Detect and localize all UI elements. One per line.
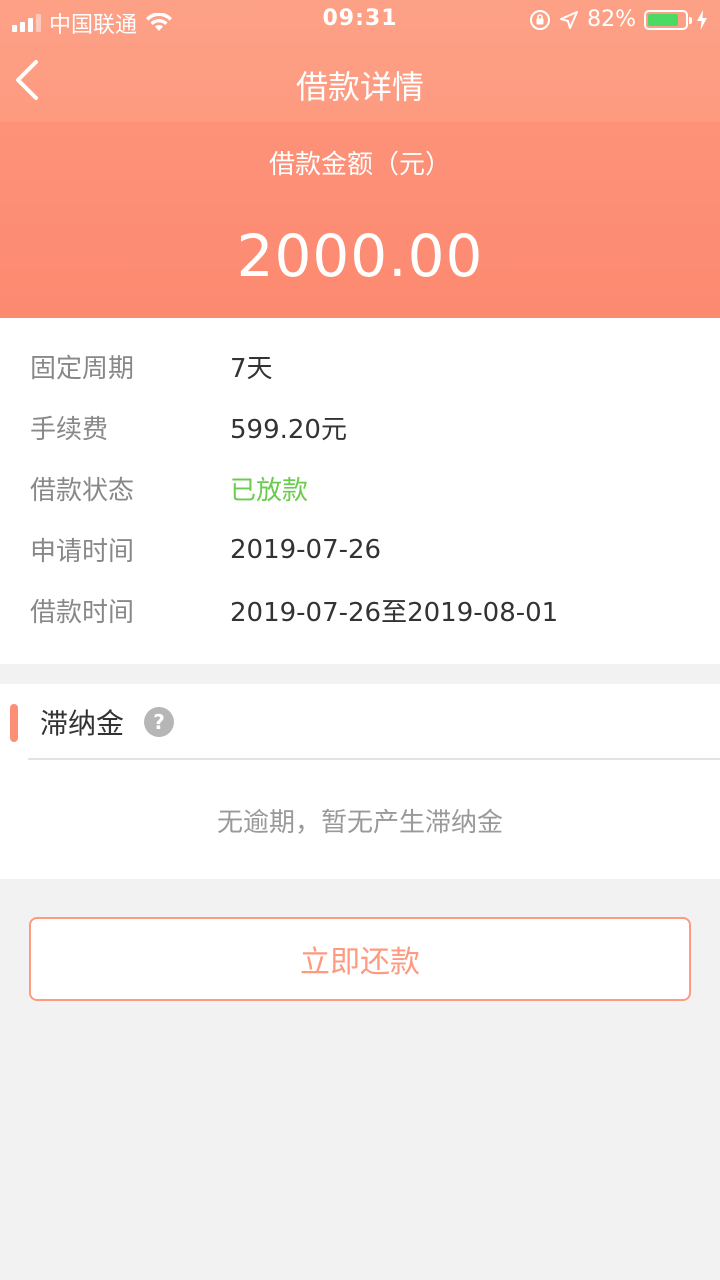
loan-info-card: 固定周期 7天 手续费 599.20元 借款状态 已放款 申请时间 2019-0… xyxy=(0,318,720,664)
battery-icon xyxy=(644,9,692,30)
divider xyxy=(28,758,720,760)
orientation-lock-icon xyxy=(530,9,551,30)
charging-icon xyxy=(697,9,707,30)
amount-value: 2000.00 xyxy=(236,222,484,290)
info-value: 599.20元 xyxy=(230,415,347,445)
status-bar: 中国联通 09:31 82% xyxy=(0,0,720,40)
late-fee-title: 滞纳金 xyxy=(40,707,125,740)
loan-status-badge: 已放款 xyxy=(230,476,309,506)
amount-label: 借款金额（元） xyxy=(268,150,451,180)
info-row-period: 固定周期 7天 xyxy=(30,336,690,397)
late-fee-card: 滞纳金 ? 无逾期，暂无产生滞纳金 xyxy=(0,684,720,879)
info-row-status: 借款状态 已放款 xyxy=(30,458,690,519)
battery-percent: 82% xyxy=(587,7,636,32)
loan-header: 中国联通 09:31 82% 借款详情 借款金额（元） 2000.00 xyxy=(0,0,720,318)
repay-now-button[interactable]: 立即还款 xyxy=(29,917,691,1001)
nav-bar: 借款详情 xyxy=(0,40,720,122)
late-fee-header: 滞纳金 ? xyxy=(0,684,720,760)
info-label: 借款时间 xyxy=(30,598,135,628)
info-value: 2019-07-26至2019-08-01 xyxy=(230,598,559,628)
info-row-loan-period: 借款时间 2019-07-26至2019-08-01 xyxy=(30,580,690,641)
late-fee-empty-text: 无逾期，暂无产生滞纳金 xyxy=(216,808,503,838)
help-icon[interactable]: ? xyxy=(144,707,175,737)
location-icon xyxy=(560,10,579,29)
info-label: 固定周期 xyxy=(30,354,135,384)
info-label: 借款状态 xyxy=(30,476,135,506)
page-title: 借款详情 xyxy=(295,68,424,106)
section-marker xyxy=(10,704,18,742)
info-row-fee: 手续费 599.20元 xyxy=(30,397,690,458)
info-value: 7天 xyxy=(230,354,273,384)
info-label: 申请时间 xyxy=(30,537,135,567)
info-value: 2019-07-26 xyxy=(230,534,382,565)
info-row-apply-date: 申请时间 2019-07-26 xyxy=(30,519,690,580)
info-label: 手续费 xyxy=(30,415,109,445)
action-area: 立即还款 xyxy=(0,879,720,1001)
